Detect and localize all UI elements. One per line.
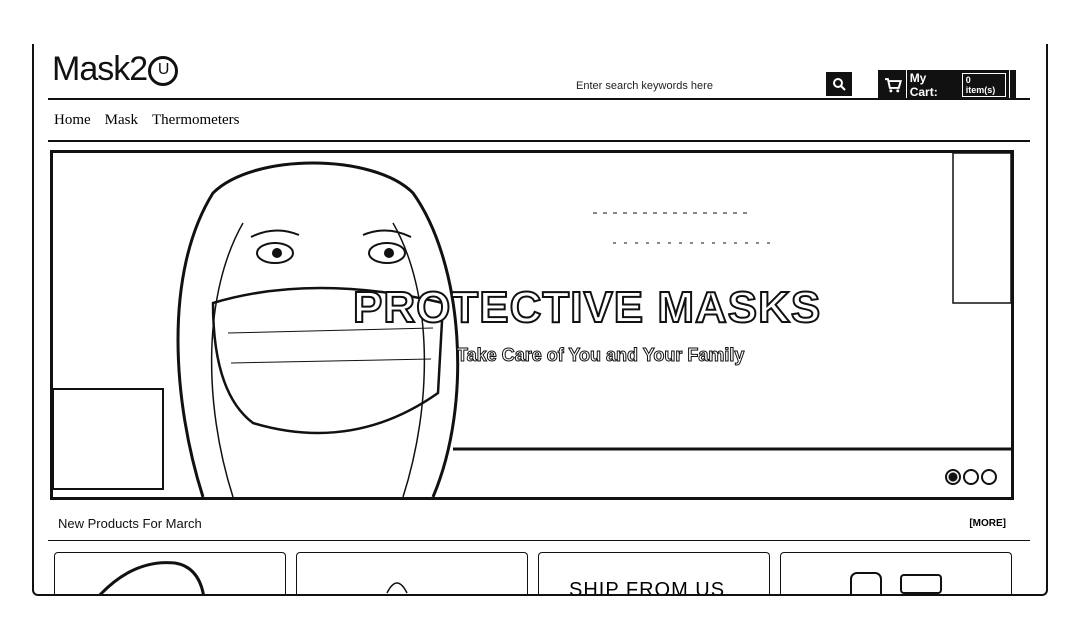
- cart-icon: [884, 78, 902, 93]
- product-image: [386, 582, 408, 594]
- search-icon: [833, 78, 846, 91]
- hero-subtitle: Take Care of You and Your Family: [456, 345, 745, 366]
- product-caption: SHIP FROM US: [569, 579, 726, 596]
- product-card[interactable]: SHIP FROM US: [538, 552, 770, 596]
- nav-item-home[interactable]: Home: [54, 112, 91, 129]
- product-card[interactable]: [780, 552, 1012, 594]
- product-image: [98, 561, 205, 594]
- product-cards: SHIP FROM US: [54, 552, 1012, 596]
- product-card[interactable]: [54, 552, 286, 594]
- slider-dot-1[interactable]: [945, 469, 961, 485]
- hero-banner[interactable]: PROTECTIVE MASKS Take Care of You and Yo…: [50, 150, 1014, 500]
- main-nav: Home Mask Thermometers: [54, 112, 239, 129]
- site-logo[interactable]: Mask2 U: [52, 50, 179, 89]
- logo-text: Mask2: [52, 50, 148, 88]
- product-image: [850, 572, 942, 594]
- search-button[interactable]: [826, 72, 852, 96]
- hero-title: PROTECTIVE MASKS: [352, 282, 822, 333]
- cart-count: 0 item(s): [961, 73, 1006, 97]
- slider-dot-3[interactable]: [981, 469, 997, 485]
- slider-dots: [945, 469, 997, 485]
- new-products-title: New Products For March: [58, 516, 202, 531]
- logo-mark-icon: U: [148, 56, 179, 87]
- more-link[interactable]: [MORE]: [969, 518, 1006, 529]
- cart-label-box: My Cart: 0 item(s): [905, 69, 1010, 101]
- slider-dot-2[interactable]: [963, 469, 979, 485]
- nav-item-thermometers[interactable]: Thermometers: [152, 112, 239, 129]
- page-frame: Mask2U My Cart: 0 item(s) Home Mask Ther…: [32, 44, 1048, 596]
- nav-divider: [48, 140, 1030, 142]
- nav-item-mask[interactable]: Mask: [105, 112, 138, 129]
- products-divider: [48, 540, 1030, 541]
- product-card[interactable]: [296, 552, 528, 594]
- cart-button[interactable]: My Cart: 0 item(s): [878, 69, 1016, 101]
- search-input[interactable]: [574, 75, 818, 97]
- header-divider: [48, 98, 1030, 100]
- cart-label: My Cart:: [909, 71, 938, 99]
